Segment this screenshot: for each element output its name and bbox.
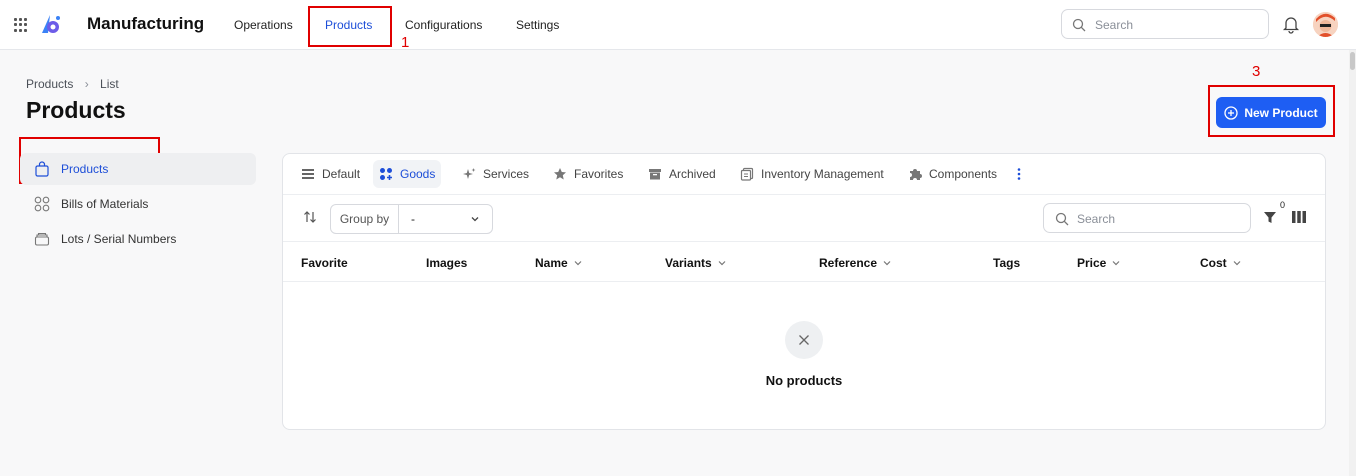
chevron-down-icon bbox=[883, 261, 891, 266]
columns-icon[interactable] bbox=[1291, 210, 1307, 224]
breadcrumb-products[interactable]: Products bbox=[26, 77, 73, 91]
group-by-select[interactable]: Group by - bbox=[330, 204, 493, 234]
nav-operations[interactable]: Operations bbox=[234, 18, 293, 32]
tab-label: Archived bbox=[669, 167, 716, 181]
sidebar-item-label: Lots / Serial Numbers bbox=[61, 232, 177, 246]
divider bbox=[283, 194, 1325, 195]
nav-settings[interactable]: Settings bbox=[516, 18, 559, 32]
empty-state-icon bbox=[785, 321, 823, 359]
sidebar-item-bills-of-materials[interactable]: Bills of Materials bbox=[20, 188, 256, 220]
page-title: Products bbox=[26, 97, 126, 123]
column-header-name[interactable]: Name bbox=[535, 256, 583, 270]
tab-default[interactable]: Default bbox=[295, 160, 366, 188]
annotation-label-3: 3 bbox=[1252, 63, 1261, 80]
column-header-images: Images bbox=[426, 256, 468, 270]
tab-components[interactable]: Components bbox=[902, 160, 1003, 188]
search-icon bbox=[1072, 18, 1086, 32]
empty-state-text: No products bbox=[765, 373, 843, 388]
goods-icon bbox=[380, 168, 392, 180]
apps-grid-icon[interactable] bbox=[14, 18, 28, 32]
new-product-button[interactable]: New Product bbox=[1216, 97, 1326, 128]
top-bar: Manufacturing Operations Products Config… bbox=[0, 0, 1356, 50]
column-header-price[interactable]: Price bbox=[1077, 256, 1121, 270]
tab-services[interactable]: Services bbox=[456, 160, 535, 188]
column-header-favorite: Favorite bbox=[301, 256, 348, 270]
clipboard-icon bbox=[740, 167, 754, 181]
chevron-down-icon bbox=[1112, 261, 1120, 266]
tab-archived[interactable]: Archived bbox=[642, 160, 722, 188]
tab-goods[interactable]: Goods bbox=[373, 160, 442, 188]
breadcrumb-list: List bbox=[100, 77, 119, 91]
annotation-box-1 bbox=[308, 6, 392, 47]
sidebar-item-label: Bills of Materials bbox=[61, 197, 149, 211]
sidebar-item-products[interactable]: Products bbox=[20, 153, 256, 185]
annotation-label-1: 1 bbox=[401, 34, 410, 51]
tab-favorites[interactable]: Favorites bbox=[547, 160, 629, 188]
column-header-variants[interactable]: Variants bbox=[665, 256, 727, 270]
stack-icon bbox=[34, 231, 50, 247]
column-header-reference[interactable]: Reference bbox=[819, 256, 892, 270]
chevron-down-icon bbox=[574, 261, 582, 266]
group-by-value: - bbox=[411, 212, 415, 226]
grid-circles-icon bbox=[34, 196, 50, 212]
avatar[interactable] bbox=[1313, 12, 1338, 37]
table-search-input[interactable]: Search bbox=[1043, 203, 1251, 233]
tab-label: Default bbox=[322, 167, 361, 181]
star-icon bbox=[554, 168, 566, 180]
new-product-label: New Product bbox=[1244, 105, 1318, 120]
products-panel: Default Goods Services Favorites Archive… bbox=[282, 153, 1326, 430]
tab-label: Inventory Management bbox=[761, 167, 884, 181]
chevron-down-icon bbox=[471, 217, 479, 222]
sort-icon[interactable] bbox=[302, 209, 318, 225]
column-header-cost[interactable]: Cost bbox=[1200, 256, 1242, 270]
filter-icon[interactable] bbox=[1263, 210, 1277, 224]
scrollbar[interactable] bbox=[1349, 50, 1356, 476]
tab-label: Goods bbox=[400, 167, 436, 181]
tab-label: Components bbox=[929, 167, 998, 181]
archive-icon bbox=[649, 169, 661, 180]
puzzle-icon bbox=[910, 169, 922, 180]
sidebar-item-label: Products bbox=[61, 162, 109, 176]
bell-icon[interactable] bbox=[1282, 14, 1300, 34]
sidebar-item-lots-serial-numbers[interactable]: Lots / Serial Numbers bbox=[20, 223, 256, 255]
column-header-tags: Tags bbox=[993, 256, 1021, 270]
shopping-bag-icon bbox=[34, 161, 50, 177]
close-icon bbox=[799, 335, 809, 345]
table-header: Favorite Images Name Variants Reference … bbox=[283, 241, 1325, 282]
tab-label: Services bbox=[483, 167, 530, 181]
global-search-input[interactable]: Search bbox=[1061, 9, 1269, 39]
plus-circle-icon bbox=[1224, 105, 1238, 120]
chevron-down-icon bbox=[718, 261, 726, 266]
search-icon bbox=[1055, 212, 1069, 226]
app-title: Manufacturing bbox=[87, 14, 205, 33]
tab-inventory-management[interactable]: Inventory Management bbox=[734, 160, 890, 188]
nav-configurations[interactable]: Configurations bbox=[405, 18, 482, 32]
chevron-down-icon bbox=[1233, 261, 1241, 266]
search-placeholder: Search bbox=[1095, 18, 1134, 32]
list-icon bbox=[302, 169, 314, 179]
filter-count-badge: 0 bbox=[1278, 200, 1288, 210]
more-tabs-icon[interactable] bbox=[1016, 167, 1022, 181]
tab-label: Favorites bbox=[574, 167, 624, 181]
group-by-label: Group by bbox=[331, 205, 399, 233]
table-search-placeholder: Search bbox=[1077, 212, 1116, 226]
logo-icon[interactable] bbox=[39, 13, 63, 37]
chevron-right-icon: › bbox=[84, 77, 89, 91]
sparkle-icon bbox=[463, 168, 476, 179]
breadcrumb: Products › List bbox=[26, 77, 119, 91]
